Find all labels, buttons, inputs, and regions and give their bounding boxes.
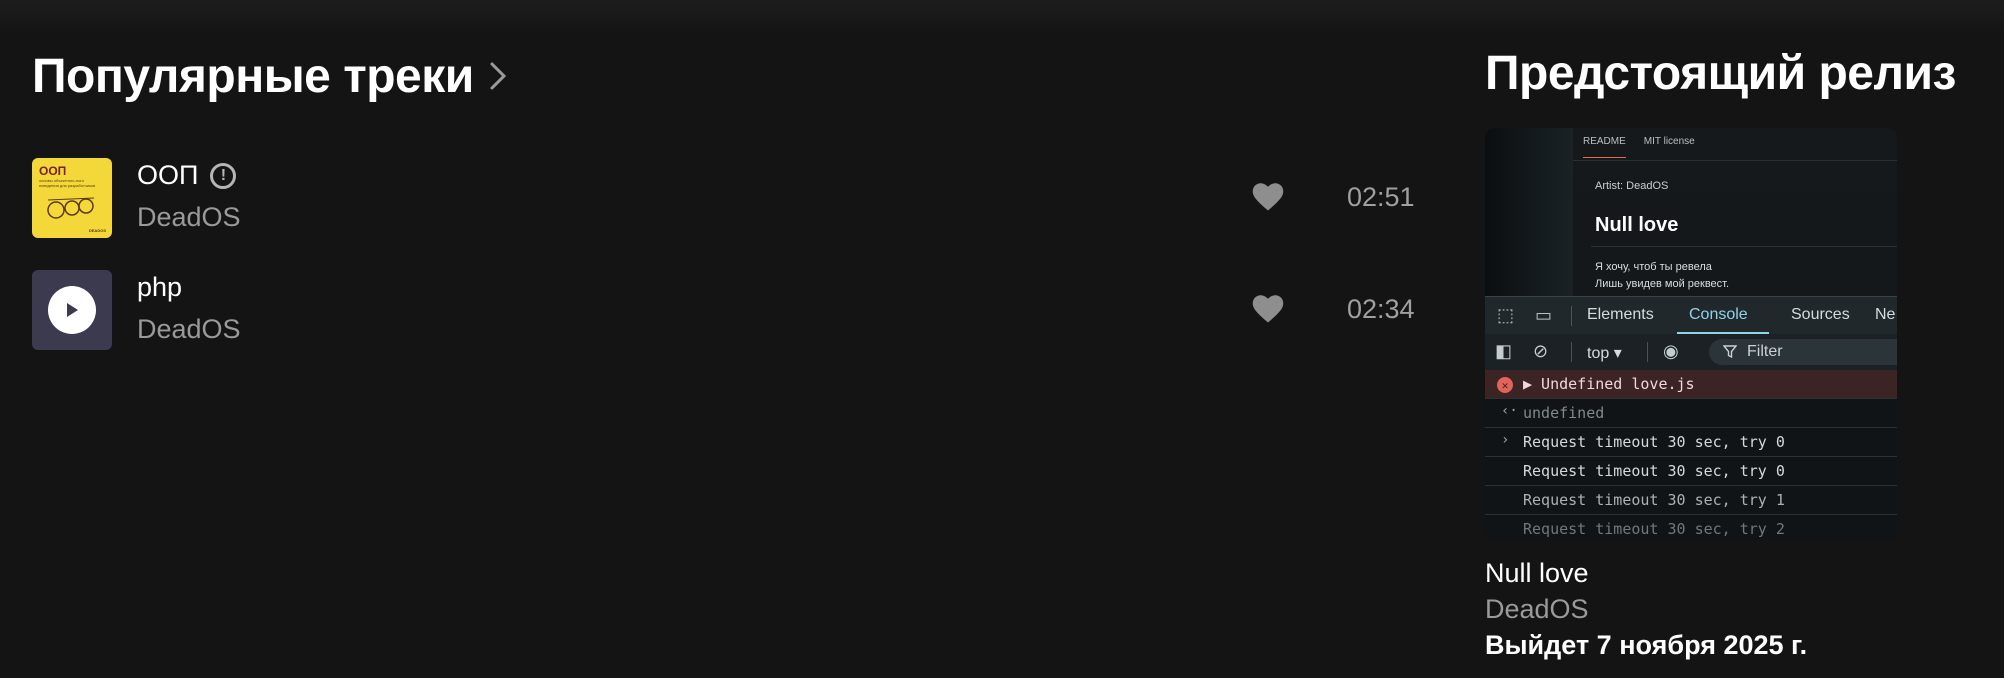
cover-brand: DEADOS: [88, 228, 106, 233]
release-date: Выйдет 7 ноября 2025 г.: [1485, 630, 1808, 660]
track-title[interactable]: php: [137, 272, 182, 303]
cover-readme-tab: README: [1583, 136, 1626, 158]
devtools-tab-elements: Elements: [1587, 306, 1654, 323]
console-text: Request timeout 30 sec, try 0: [1523, 462, 1785, 480]
track-artist[interactable]: DeadOS: [137, 314, 241, 345]
release-cover[interactable]: README MIT license Artist: DeadOS Null l…: [1485, 128, 1897, 540]
track-cover[interactable]: ООП основы объектного-ного поведения для…: [32, 158, 112, 238]
filter-icon: [1723, 345, 1737, 359]
play-icon[interactable]: [48, 286, 96, 334]
cover-subtitle: основы объектного-ного поведения для раз…: [39, 178, 96, 188]
devtools-tab-console: Console: [1689, 306, 1748, 323]
cover-song-title: Null love: [1595, 214, 1679, 236]
devtools-console-toolbar: ◧ ⊘ top ▾ ◉ Filter: [1485, 334, 1897, 371]
chevron-right-icon: [488, 61, 508, 91]
console-text: ▶ Undefined love.js: [1523, 375, 1695, 393]
cover-divider: [1591, 246, 1897, 247]
cover-lyric-line: Я хочу, чтоб ты ревела: [1595, 261, 1712, 273]
expand-arrow-icon: ›: [1501, 432, 1510, 448]
upcoming-release-title: Предстоящий релиз: [1485, 47, 1956, 100]
cover-title: ООП: [39, 164, 67, 178]
track-row[interactable]: ООП основы объектного-ного поведения для…: [32, 158, 1432, 238]
console-text: Request timeout 30 sec, try 0: [1523, 433, 1785, 451]
bicycle-illustration-icon: [47, 197, 95, 219]
cover-sidebar: [1485, 128, 1573, 296]
device-toolbar-icon: ▭: [1535, 305, 1553, 325]
console-error-line: ✕ ▶ Undefined love.js: [1485, 370, 1897, 399]
filter-label: Filter: [1747, 343, 1783, 360]
console-log-line: › Request timeout 30 sec, try 0: [1485, 428, 1897, 457]
track-title-row: ООП !: [137, 160, 237, 191]
console-text: Request timeout 30 sec, try 1: [1523, 491, 1785, 509]
track-title[interactable]: ООП: [137, 160, 198, 191]
devtools-tab-network: Ne: [1875, 306, 1896, 323]
top-header-gradient: [0, 0, 2004, 34]
console-log-line: Request timeout 30 sec, try 0: [1485, 457, 1897, 486]
popular-tracks-section: Популярные треки ООП основы объектного-н…: [32, 46, 1432, 350]
context-selector: top ▾: [1587, 345, 1622, 362]
devtools-tab-sources: Sources: [1791, 306, 1850, 323]
return-arrow-icon: ‹·: [1501, 403, 1518, 419]
devtools-tabbar: ⬚ ▭ Elements Console Sources Ne: [1485, 296, 1897, 335]
devtools-separator: [1571, 306, 1572, 326]
console-text: undefined: [1523, 404, 1605, 422]
devtools-separator: [1571, 342, 1572, 362]
console-text: Request timeout 30 sec, try 2: [1523, 520, 1785, 538]
track-duration: 02:51: [1347, 182, 1415, 212]
track-artist[interactable]: DeadOS: [137, 202, 241, 233]
upcoming-release-section: Предстоящий релиз README MIT license Art…: [1485, 46, 1985, 660]
error-icon: ✕: [1497, 377, 1513, 393]
track-row[interactable]: php DeadOS 02:34: [32, 270, 1432, 350]
cover-readme-tabs: README MIT license: [1583, 136, 1695, 158]
console-filter: Filter: [1709, 339, 1897, 365]
cover-artist-line: Artist: DeadOS: [1595, 180, 1669, 192]
console-return-line: ‹· undefined: [1485, 399, 1897, 428]
sidebar-toggle-icon: ◧: [1495, 341, 1513, 361]
popular-tracks-title: Популярные треки: [32, 49, 474, 103]
track-duration: 02:34: [1347, 294, 1415, 324]
heart-icon[interactable]: [1250, 180, 1290, 216]
clear-console-icon: ⊘: [1533, 341, 1549, 361]
cover-divider: [1573, 160, 1897, 161]
track-title-row: php: [137, 272, 182, 303]
devtools-separator: [1647, 342, 1648, 362]
cover-lyric-line: Лишь увидев мой реквест.: [1595, 278, 1730, 290]
explicit-icon: !: [210, 162, 237, 189]
cover-lyrics: Я хочу, чтоб ты ревела Лишь увидев мой р…: [1595, 259, 1729, 293]
cover-license-tab: MIT license: [1643, 136, 1695, 147]
eye-icon: ◉: [1663, 341, 1679, 361]
popular-tracks-heading[interactable]: Популярные треки: [32, 46, 1432, 106]
heart-icon[interactable]: [1250, 292, 1290, 328]
release-title[interactable]: Null love: [1485, 558, 1589, 589]
console-log-line: Request timeout 30 sec, try 2: [1485, 515, 1897, 540]
console-log-line: Request timeout 30 sec, try 1: [1485, 486, 1897, 515]
track-cover[interactable]: [32, 270, 112, 350]
release-artist[interactable]: DeadOS: [1485, 594, 1589, 625]
inspect-cursor-icon: ⬚: [1497, 305, 1515, 325]
